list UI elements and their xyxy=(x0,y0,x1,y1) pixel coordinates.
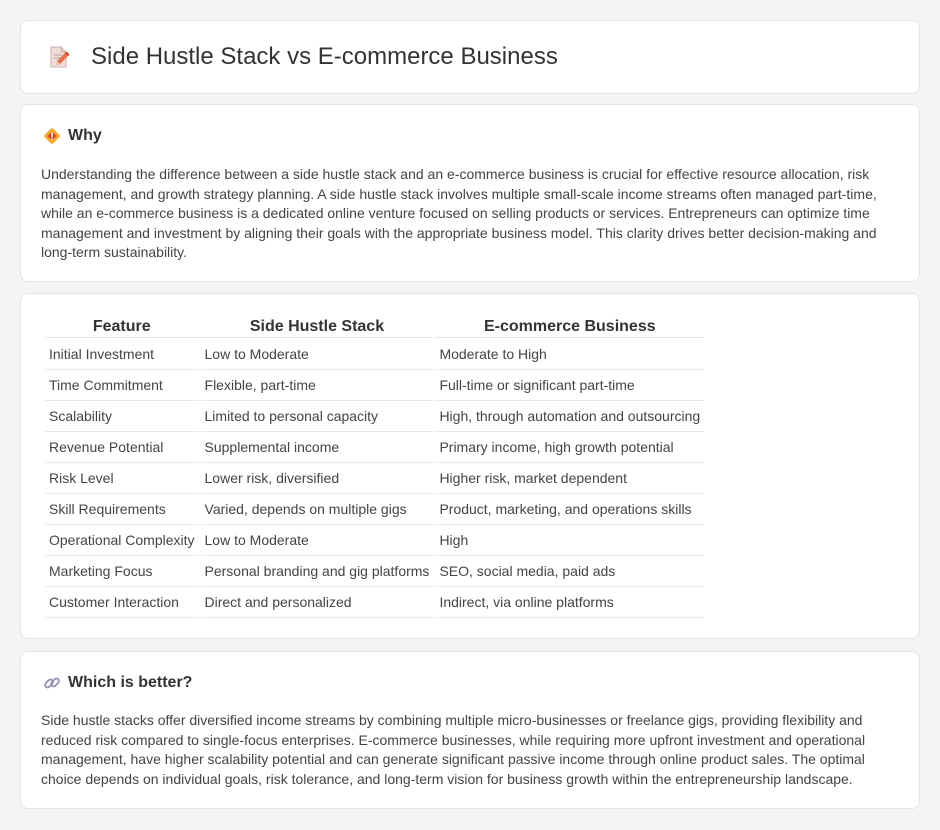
header-card: Side Hustle Stack vs E-commerce Business xyxy=(20,20,920,94)
comparison-card: Feature Side Hustle Stack E-commerce Bus… xyxy=(20,293,920,639)
why-heading: Why xyxy=(68,127,102,144)
table-row: Scalability Limited to personal capacity… xyxy=(45,401,705,432)
side-hustle-cell: Low to Moderate xyxy=(200,338,434,370)
side-hustle-cell: Direct and personalized xyxy=(200,587,434,618)
ecommerce-cell: High xyxy=(435,525,705,556)
page-title: Side Hustle Stack vs E-commerce Business xyxy=(91,43,558,70)
column-header-side-hustle: Side Hustle Stack xyxy=(200,317,434,338)
table-row: Marketing Focus Personal branding and gi… xyxy=(45,556,705,587)
feature-cell: Revenue Potential xyxy=(45,432,199,463)
link-icon xyxy=(43,674,61,692)
table-row: Operational Complexity Low to Moderate H… xyxy=(45,525,705,556)
column-header-feature: Feature xyxy=(45,317,199,338)
ecommerce-cell: Moderate to High xyxy=(435,338,705,370)
comparison-table: Feature Side Hustle Stack E-commerce Bus… xyxy=(43,317,706,618)
column-header-ecommerce: E-commerce Business xyxy=(435,317,705,338)
ecommerce-cell: Full-time or significant part-time xyxy=(435,370,705,401)
side-hustle-cell: Limited to personal capacity xyxy=(200,401,434,432)
feature-cell: Marketing Focus xyxy=(45,556,199,587)
side-hustle-cell: Lower risk, diversified xyxy=(200,463,434,494)
side-hustle-cell: Varied, depends on multiple gigs xyxy=(200,494,434,525)
feature-cell: Operational Complexity xyxy=(45,525,199,556)
document-pencil-icon xyxy=(47,45,71,69)
table-row: Revenue Potential Supplemental income Pr… xyxy=(45,432,705,463)
table-row: Time Commitment Flexible, part-time Full… xyxy=(45,370,705,401)
feature-cell: Customer Interaction xyxy=(45,587,199,618)
table-row: Customer Interaction Direct and personal… xyxy=(45,587,705,618)
ecommerce-cell: SEO, social media, paid ads xyxy=(435,556,705,587)
table-row: Initial Investment Low to Moderate Moder… xyxy=(45,338,705,370)
feature-cell: Time Commitment xyxy=(45,370,199,401)
table-header-row: Feature Side Hustle Stack E-commerce Bus… xyxy=(45,317,705,338)
table-row: Risk Level Lower risk, diversified Highe… xyxy=(45,463,705,494)
side-hustle-cell: Personal branding and gig platforms xyxy=(200,556,434,587)
feature-cell: Risk Level xyxy=(45,463,199,494)
side-hustle-cell: Supplemental income xyxy=(200,432,434,463)
diamond-warning-icon xyxy=(43,127,61,145)
why-section: Why Understanding the difference between… xyxy=(20,104,920,282)
which-is-better-section: Which is better? Side hustle stacks offe… xyxy=(20,651,920,809)
ecommerce-cell: Product, marketing, and operations skill… xyxy=(435,494,705,525)
table-row: Skill Requirements Varied, depends on mu… xyxy=(45,494,705,525)
why-paragraph: Understanding the difference between a s… xyxy=(41,166,877,260)
side-hustle-cell: Low to Moderate xyxy=(200,525,434,556)
ecommerce-cell: Indirect, via online platforms xyxy=(435,587,705,618)
ecommerce-cell: Higher risk, market dependent xyxy=(435,463,705,494)
feature-cell: Skill Requirements xyxy=(45,494,199,525)
which-is-better-paragraph: Side hustle stacks offer diversified inc… xyxy=(41,712,866,787)
which-is-better-heading: Which is better? xyxy=(68,674,193,691)
ecommerce-cell: High, through automation and outsourcing xyxy=(435,401,705,432)
feature-cell: Scalability xyxy=(45,401,199,432)
feature-cell: Initial Investment xyxy=(45,338,199,370)
ecommerce-cell: Primary income, high growth potential xyxy=(435,432,705,463)
side-hustle-cell: Flexible, part-time xyxy=(200,370,434,401)
